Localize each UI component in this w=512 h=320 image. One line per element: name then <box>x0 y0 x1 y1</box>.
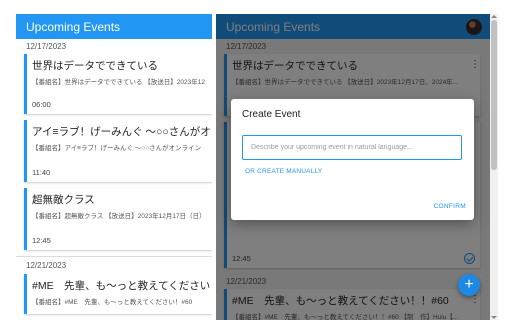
event-time: 11:40 <box>32 168 51 177</box>
scroll-thumb[interactable] <box>491 20 497 170</box>
scrollbar[interactable] <box>490 14 498 320</box>
app-bar: Upcoming Events <box>16 14 212 39</box>
event-description: 【番組名】#ME 先輩、も～っと教えてください！#60 <box>32 299 193 306</box>
create-event-dialog: Create Event OR CREATE MANUALLY CONFIRM <box>231 99 474 220</box>
event-title: アイ≡ラブ！げーみんぐ ～○○さんがオン <box>32 126 212 138</box>
event-card[interactable]: アイ≡ラブ！げーみんぐ ～○○さんがオン 【番組名】アイ≡ラブ！げーみんぐ ～○… <box>24 120 212 182</box>
event-time: 06:00 <box>32 100 51 109</box>
event-title: 世界はデータでできている <box>32 60 158 72</box>
confirm-button[interactable]: CONFIRM <box>434 203 466 210</box>
scroll-down-arrow-icon[interactable] <box>491 316 497 319</box>
create-manually-link[interactable]: OR CREATE MANUALLY <box>245 168 322 175</box>
scroll-up-arrow-icon[interactable] <box>491 15 497 18</box>
event-list-panel: Upcoming Events 12/17/2023 世界はデータでできている … <box>16 14 212 320</box>
event-card[interactable]: 世界はデータでできている 【番組名】世界はデータでできている 【放送日】2023… <box>24 54 212 114</box>
event-card[interactable]: #ME 先輩、も～っと教えてください！ 【番組名】#ME 先輩、も～っと教えてく… <box>24 274 212 314</box>
date-header: 12/17/2023 <box>26 42 67 51</box>
event-card[interactable]: 超無敵クラス 【番組名】超無敵クラス 【放送日】2023年12月17日（日） 1… <box>24 188 212 250</box>
app-title: Upcoming Events <box>26 19 121 34</box>
add-icon: + <box>464 276 474 293</box>
event-title: #ME 先輩、も～っと教えてください！ <box>32 280 212 292</box>
event-description: 【番組名】アイ≡ラブ！げーみんぐ ～○○さんがオンライン <box>32 145 202 152</box>
event-description: 【番組名】世界はデータでできている 【放送日】2023年12 <box>32 79 205 86</box>
event-title: 超無敵クラス <box>32 194 95 206</box>
date-header: 12/21/2023 <box>26 261 67 270</box>
event-description-input[interactable] <box>242 135 462 160</box>
event-description: 【番組名】超無敵クラス 【放送日】2023年12月17日（日） <box>32 213 206 220</box>
add-event-fab[interactable]: + <box>458 274 480 296</box>
dialog-title: Create Event <box>242 109 301 120</box>
event-time: 12:45 <box>32 236 51 245</box>
